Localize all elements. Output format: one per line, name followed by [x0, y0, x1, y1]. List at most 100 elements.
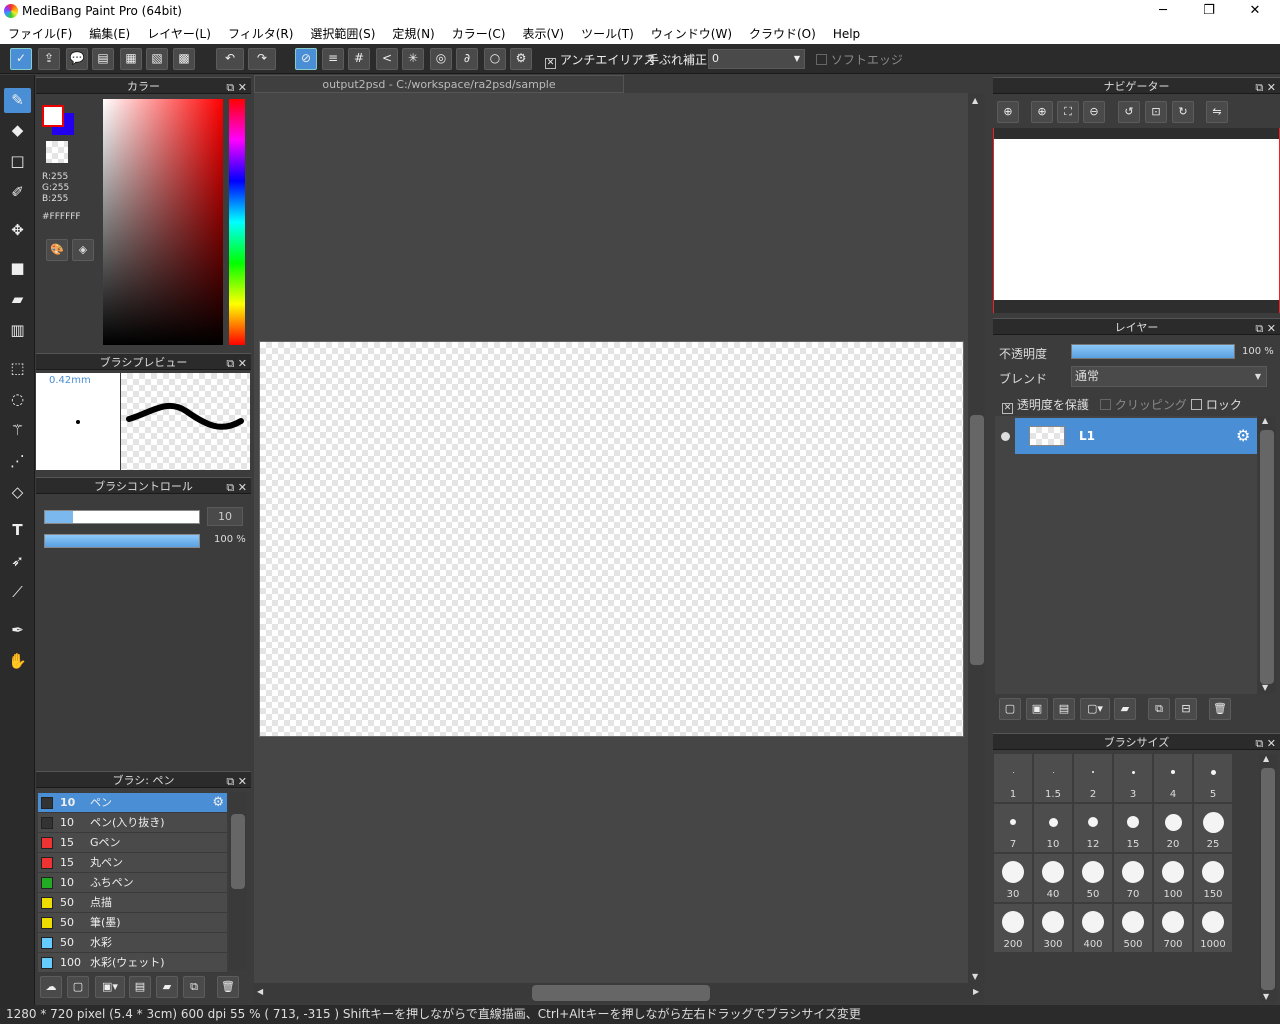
select-rect-tool-icon[interactable]: ⬚: [4, 356, 31, 381]
close-icon[interactable]: ✕: [238, 775, 247, 788]
popout-icon[interactable]: ⧉: [226, 357, 234, 370]
bucket-tool-icon[interactable]: ▰: [4, 287, 31, 312]
menu-ruler[interactable]: 定規(N): [392, 25, 434, 42]
menu-help[interactable]: Help: [833, 27, 860, 41]
redo-icon[interactable]: ↷: [248, 48, 276, 70]
dot-pen-tool-icon[interactable]: ✐: [4, 180, 31, 205]
brush-opacity-slider[interactable]: [44, 534, 200, 548]
popout-icon[interactable]: ⧉: [226, 481, 234, 494]
undo-icon[interactable]: ↶: [216, 48, 244, 70]
brush-settings-gear-icon[interactable]: ⚙: [212, 793, 224, 812]
arrow-left-icon[interactable]: ◀: [257, 987, 263, 996]
close-icon[interactable]: ✕: [1267, 81, 1276, 94]
cross-snap-icon[interactable]: #: [348, 48, 370, 70]
brush-size-cell[interactable]: 150: [1194, 854, 1232, 902]
lock-checkbox[interactable]: ロック: [1191, 396, 1242, 413]
scroll-thumb[interactable]: [1260, 430, 1274, 684]
select-eraser-tool-icon[interactable]: ◇: [4, 480, 31, 505]
rectangle-fill-tool-icon[interactable]: ■: [4, 256, 31, 281]
layer-folder-icon[interactable]: ▰: [1114, 698, 1136, 720]
saturation-value-picker[interactable]: [103, 99, 223, 345]
menu-edit[interactable]: 編集(E): [89, 25, 130, 42]
new-layer-icon[interactable]: ▢: [999, 698, 1021, 720]
brush-size-cell[interactable]: 300: [1034, 904, 1072, 952]
shape-tool-icon[interactable]: □: [4, 149, 31, 174]
divide-tool-icon[interactable]: ⟋: [4, 580, 31, 605]
document-tab[interactable]: output2psd - C:/workspace/ra2psd/sample: [254, 75, 624, 93]
new-1bit-layer-icon[interactable]: ▤: [1053, 698, 1075, 720]
menu-view[interactable]: 表示(V): [522, 25, 564, 42]
duplicate-layer-icon[interactable]: ⧉: [1148, 698, 1170, 720]
menu-cloud[interactable]: クラウド(O): [749, 25, 816, 42]
brush-size-cell[interactable]: 3: [1114, 754, 1152, 802]
curve-snap-icon[interactable]: ∂: [456, 48, 478, 70]
close-icon[interactable]: ✕: [238, 357, 247, 370]
circle-snap-icon[interactable]: ◎: [430, 48, 452, 70]
brush-list-item[interactable]: 10 ペン ⚙: [38, 793, 227, 813]
menu-selection[interactable]: 選択範囲(S): [310, 25, 375, 42]
brush-size-cell[interactable]: 15: [1114, 804, 1152, 852]
palette-icon[interactable]: 🎨: [46, 239, 68, 261]
brush-tool-icon[interactable]: ✎: [4, 88, 31, 113]
lasso-tool-icon[interactable]: ◌: [4, 387, 31, 412]
brush-size-cell[interactable]: 7: [994, 804, 1032, 852]
brush-list-item[interactable]: 50 筆(墨): [38, 913, 227, 933]
cloud-save-icon[interactable]: ✓: [10, 48, 32, 70]
brush-size-cell[interactable]: 5: [1194, 754, 1232, 802]
brush-list-item[interactable]: 10 ふちペン: [38, 873, 227, 893]
softedge-checkbox[interactable]: ソフトエッジ: [816, 51, 903, 68]
brush-settings-icon[interactable]: ▤: [129, 976, 151, 998]
brush-size-cell[interactable]: 30: [994, 854, 1032, 902]
vanishing-point-icon[interactable]: <: [376, 48, 398, 70]
brush-size-cell[interactable]: 500: [1114, 904, 1152, 952]
arrow-up-icon[interactable]: ▲: [1263, 754, 1269, 763]
comment-icon[interactable]: ▤: [92, 48, 114, 70]
brush-list-item[interactable]: 15 Gペン: [38, 833, 227, 853]
hue-slider[interactable]: [229, 99, 245, 345]
brush-size-slider[interactable]: [44, 510, 200, 524]
document-icon[interactable]: ▦: [120, 48, 142, 70]
menu-file[interactable]: ファイル(F): [8, 25, 72, 42]
menu-layer[interactable]: レイヤー(L): [147, 25, 211, 42]
scroll-thumb[interactable]: [532, 985, 710, 1001]
menu-window[interactable]: ウィンドウ(W): [651, 25, 732, 42]
new-halftone-layer-icon[interactable]: ▣: [1026, 698, 1048, 720]
antialias-checkbox[interactable]: ✕ アンチエイリアス: [545, 51, 655, 69]
close-icon[interactable]: ✕: [238, 481, 247, 494]
flip-horizontal-icon[interactable]: ⇋: [1206, 101, 1228, 123]
merge-layer-icon[interactable]: ⊟: [1175, 698, 1197, 720]
transparent-color-swatch[interactable]: [46, 141, 68, 163]
maximize-button[interactable]: ❐: [1186, 0, 1232, 23]
canvas[interactable]: [259, 341, 964, 737]
close-icon[interactable]: ✕: [1267, 737, 1276, 750]
menu-filter[interactable]: フィルタ(R): [228, 25, 293, 42]
popout-icon[interactable]: ⧉: [1255, 322, 1263, 335]
rotate-right-icon[interactable]: ↻: [1172, 101, 1194, 123]
brush-list-scrollbar[interactable]: [229, 792, 247, 970]
folder-icon[interactable]: ▰: [156, 976, 178, 998]
navigator-view[interactable]: [993, 128, 1280, 313]
move-tool-icon[interactable]: ✥: [4, 218, 31, 243]
ellipse-snap-icon[interactable]: ○: [484, 48, 506, 70]
brush-size-cell[interactable]: 70: [1114, 854, 1152, 902]
scroll-thumb[interactable]: [1261, 768, 1275, 990]
brush-size-cell[interactable]: 100: [1154, 854, 1192, 902]
layout-icon[interactable]: ▧: [146, 48, 168, 70]
scroll-thumb[interactable]: [231, 814, 245, 889]
snap-settings-icon[interactable]: ⚙: [510, 48, 532, 70]
arrow-right-icon[interactable]: ▶: [973, 987, 979, 996]
clipping-checkbox[interactable]: クリッピング: [1100, 396, 1187, 413]
text-tool-icon[interactable]: T: [4, 518, 31, 543]
menu-color[interactable]: カラー(C): [452, 25, 506, 42]
cloud-download-icon[interactable]: ☁: [40, 976, 62, 998]
minimize-button[interactable]: ─: [1140, 0, 1186, 23]
duplicate-icon[interactable]: ⧉: [183, 976, 205, 998]
eraser-tool-icon[interactable]: ◆: [4, 118, 31, 143]
brush-list-item[interactable]: 10 ペン(入り抜き): [38, 813, 227, 833]
layer-opacity-slider[interactable]: [1071, 344, 1235, 359]
new-brush-icon[interactable]: ▢: [67, 976, 89, 998]
radial-snap-icon[interactable]: ✳: [402, 48, 424, 70]
protect-alpha-checkbox[interactable]: ✕ 透明度を保護: [1002, 396, 1089, 414]
arrow-down-icon[interactable]: ▼: [972, 972, 978, 981]
comic-frame-icon[interactable]: ▩: [173, 48, 195, 70]
